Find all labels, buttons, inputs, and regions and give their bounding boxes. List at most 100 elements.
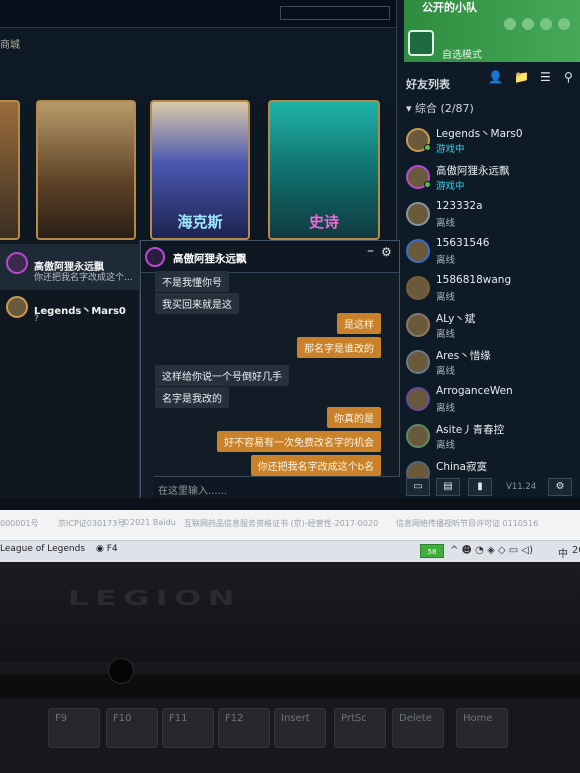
friend-item[interactable]: Asite丿青春控 离线 — [404, 420, 574, 456]
friend-group-header[interactable]: ▾ 综合 (2/87) — [406, 100, 474, 116]
friend-name: ALy丶斌 — [436, 313, 476, 325]
party-slot-icon[interactable] — [558, 18, 570, 30]
party-panel[interactable]: 公开的小队 自选模式 — [404, 0, 580, 62]
keyboard-key: Delete — [392, 708, 444, 748]
conversation-item[interactable]: Legends丶Mars0 ? — [0, 288, 140, 334]
minimize-button[interactable]: – — [367, 243, 374, 259]
friend-item[interactable]: ALy丶斌 离线 — [404, 309, 574, 345]
friend-name: 15631546 — [436, 237, 490, 249]
conversation-item[interactable]: 高傲阿狸永远飘 你还把我名字改成这个... — [0, 244, 140, 290]
hinge — [0, 674, 580, 698]
online-status-dot — [424, 181, 431, 188]
incoming-message: 这样给你说一个号倒好几手 — [155, 365, 289, 386]
friend-status: 离线 — [436, 403, 456, 414]
outgoing-message: 你还把我名字改成这个b名 — [250, 455, 381, 476]
history-icon[interactable]: ▤ — [436, 478, 460, 496]
friend-item[interactable]: 15631546 离线 — [404, 235, 574, 271]
party-slot-icon[interactable] — [540, 18, 552, 30]
champion-card-hextech[interactable]: 海克斯 — [150, 100, 250, 240]
microphone-icon[interactable]: ▮ — [468, 478, 492, 496]
add-folder-icon[interactable]: 📁 — [514, 70, 529, 84]
legal-text: 互联网药品信息服务资格证书 (京)-经营性-2017-0020 — [184, 519, 379, 528]
legal-text: 信息网络传播视听节目许可证 0110516 — [396, 519, 539, 528]
clock[interactable]: 20 — [572, 545, 580, 556]
laptop-bezel — [0, 562, 580, 662]
party-slot-icon[interactable] — [522, 18, 534, 30]
chat-header: 高傲阿狸永远飘 – ⚙ — [141, 241, 399, 273]
chat-conversation-list: 高傲阿狸永远飘 你还把我名字改成这个... Legends丶Mars0 ? — [0, 240, 140, 500]
conversation-preview: ? — [34, 314, 39, 324]
conversation-preview: 你还把我名字改成这个... — [34, 273, 133, 283]
nav-label[interactable]: 商城 — [0, 36, 20, 51]
friend-status: 游戏中 — [436, 144, 465, 155]
chat-bubble-icon[interactable]: ▭ — [406, 478, 430, 496]
legal-text: 京ICP证030173号 — [58, 519, 126, 528]
avatar — [406, 276, 430, 300]
legal-text: ©2021 Baidu — [122, 518, 176, 527]
ime-indicator[interactable]: 中 — [558, 545, 568, 560]
outgoing-message: 你真的是 — [327, 407, 381, 428]
avatar — [6, 296, 28, 318]
champion-card-epic[interactable]: 史诗 — [268, 100, 380, 240]
message-input[interactable]: 在这里输入...... — [154, 476, 400, 498]
party-slot-icon[interactable] — [504, 18, 516, 30]
card-label: 史诗 — [308, 213, 339, 231]
friend-name: Asite丿青春控 — [436, 424, 505, 436]
incoming-message: 我买回来就是这 — [155, 293, 239, 314]
avatar — [6, 252, 28, 274]
party-icon — [408, 30, 434, 56]
incoming-message: 不是我懂你号 — [155, 271, 229, 292]
add-friend-icon[interactable]: 👤 — [488, 70, 503, 84]
taskbar-app-label: League of Legends — [0, 544, 86, 554]
friend-item[interactable]: 高傲阿狸永远飘 游戏中 — [404, 161, 574, 197]
online-status-dot — [424, 144, 431, 151]
search-icon[interactable]: ⚲ — [564, 70, 573, 84]
friend-item[interactable]: 1586818wang 离线 — [404, 272, 574, 308]
champion-card-1[interactable] — [0, 100, 20, 240]
avatar — [406, 387, 430, 411]
friend-name: ArroganceWen — [436, 385, 513, 397]
list-icon[interactable]: ☰ — [540, 70, 551, 84]
outgoing-message: 那名字是谁改的 — [297, 337, 381, 358]
friend-name: 123332a — [436, 200, 483, 212]
avatar — [406, 424, 430, 448]
friend-item[interactable]: Legends丶Mars0 游戏中 — [404, 124, 574, 160]
battery-indicator[interactable]: 58 — [420, 544, 444, 558]
legal-text: 000001号 — [0, 519, 39, 528]
friend-status: 离线 — [436, 292, 456, 303]
keyboard-key: Insert — [274, 708, 326, 748]
party-title: 公开的小队 — [422, 1, 477, 14]
chat-window: 高傲阿狸永远飘 – ⚙ 不是我懂你号 我买回来就是这 是这样 那名字是谁改的 这样给你说… — [140, 240, 400, 500]
friend-item[interactable]: Ares丶惜缘 离线 — [404, 346, 574, 382]
brand-logo: LEGION — [68, 586, 241, 610]
incoming-message: 名字是我改的 — [155, 387, 229, 408]
avatar — [145, 247, 165, 267]
champion-card-2[interactable] — [36, 100, 136, 240]
friend-group-label: 综合 (2/87) — [415, 102, 474, 115]
friend-name: 高傲阿狸永远飘 — [436, 165, 510, 177]
card-label: 海克斯 — [177, 213, 223, 231]
friends-title: 好友列表 — [406, 78, 450, 91]
settings-gear-icon[interactable]: ⚙ — [548, 478, 572, 496]
desktop-screen: 商城 海克斯 史诗 公开的小队 自选模式 好友列表 👤 📁 ☰ ⚲ ▾ 综合 (… — [0, 0, 580, 540]
avatar — [406, 313, 430, 337]
friend-status: 离线 — [436, 440, 456, 451]
input-placeholder: 在这里输入...... — [158, 486, 228, 497]
friend-name: Ares丶惜缘 — [436, 350, 491, 362]
keyboard-key: Home — [456, 708, 508, 748]
chat-title: 高傲阿狸永远飘 — [173, 253, 247, 265]
friend-item[interactable]: ArroganceWen 离线 — [404, 383, 574, 419]
legal-footer: 000001号 京ICP证030173号 ©2021 Baidu 互联网药品信息… — [0, 510, 580, 540]
gear-icon[interactable]: ⚙ — [381, 245, 392, 259]
taskbar-app-f4[interactable]: ◉ F4 — [96, 544, 118, 554]
avatar — [406, 350, 430, 374]
friend-status: 离线 — [436, 366, 456, 377]
client-version: V11.24 — [506, 482, 537, 492]
keyboard-key: F11 — [162, 708, 214, 748]
avatar — [406, 202, 430, 226]
tray-icons[interactable]: ^ ☻ ◔ ◈ ◇ ▭ ◁) — [450, 545, 533, 556]
friend-item[interactable]: 123332a 离线 — [404, 198, 574, 234]
taskbar-app-lol[interactable]: League of Legends — [0, 544, 85, 554]
power-button — [108, 658, 134, 684]
friend-name: 1586818wang — [436, 274, 512, 286]
